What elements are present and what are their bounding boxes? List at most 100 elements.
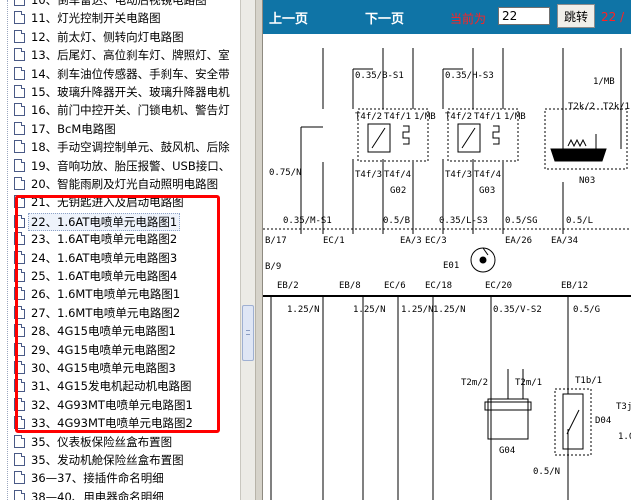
wire-label: 0.5/N xyxy=(533,467,560,477)
toc-item-label: 36—37、接插件命名明细 xyxy=(31,471,164,486)
toc-item[interactable]: 12、前太灯、侧转向灯电路图 xyxy=(14,29,184,45)
document-icon xyxy=(14,0,25,6)
pin-label: T3j xyxy=(616,402,631,412)
wire-label: 0.75/N xyxy=(269,168,302,178)
wire-label: 0.35/M-S1 xyxy=(283,216,332,226)
wire-label: 0.35/B-S1 xyxy=(355,71,404,81)
wire-label: 1.25/N xyxy=(287,305,320,315)
wire-label: 0.35/V-S2 xyxy=(493,305,542,315)
document-icon xyxy=(14,177,25,190)
document-icon xyxy=(14,489,25,500)
connector-label: EC/1 xyxy=(323,236,345,246)
component-label: G03 xyxy=(479,186,495,196)
toc-item-label: 13、后尾灯、高位刹车灯、牌照灯、室 xyxy=(31,48,230,63)
toc-item[interactable]: 14、刹车油位传感器、手刹车、安全带 xyxy=(14,66,230,82)
document-icon xyxy=(14,453,25,466)
toc-item[interactable]: 17、BcM电路图 xyxy=(14,121,116,137)
next-page-button[interactable]: 下一页 xyxy=(365,8,404,27)
toc-item-label: 11、灯光控制开关电路图 xyxy=(31,11,161,26)
document-icon xyxy=(14,66,25,80)
pin-label: T2k/1 xyxy=(603,102,630,112)
toc-item[interactable]: 19、音响功放、胎压报警、USB接口、 xyxy=(14,158,230,174)
connector-label: B/9 xyxy=(265,262,281,272)
document-icon xyxy=(14,158,25,172)
toc-item-label: 20、智能雨刷及灯光自动照明电路图 xyxy=(31,177,219,191)
connector-label: EC/3 xyxy=(425,236,447,246)
document-icon xyxy=(14,11,25,25)
wire-label: 0.5/SG xyxy=(505,216,538,226)
toc-item-label: 12、前太灯、侧转向灯电路图 xyxy=(31,29,184,44)
wire-label: 0.35/H-S3 xyxy=(445,71,494,81)
prev-page-button[interactable]: 上一页 xyxy=(269,8,308,27)
switch-d04 xyxy=(554,388,592,456)
toc-item-label: 10、倒车雷达、电动后视镜电路图 xyxy=(31,0,207,7)
pin-label: T1b/1 xyxy=(575,376,602,386)
document-icon xyxy=(14,103,25,117)
component-label: D04 xyxy=(595,416,611,426)
toc-item-label: 16、前门中控开关、门锁电机、警告灯 xyxy=(31,103,230,118)
toc-item-label: 14、刹车油位传感器、手刹车、安全带 xyxy=(31,66,230,81)
document-icon xyxy=(14,121,25,135)
pane-splitter[interactable] xyxy=(255,0,263,500)
wire-label: 0.5/L xyxy=(566,216,593,226)
pin-label: T4f/3 xyxy=(445,170,472,180)
wire-label: 1.0 xyxy=(618,432,631,442)
wiring-diagram: 0.35/B-S1 0.35/H-S3 1/MB T4f/2 T4f/1 1/M… xyxy=(263,48,631,500)
toc-item[interactable]: 35、仪表板保险丝盒布置图 xyxy=(14,434,172,450)
pin-label: 1/MB xyxy=(414,112,436,122)
document-icon xyxy=(14,29,25,43)
toc-item-label: 35、仪表板保险丝盒布置图 xyxy=(31,434,173,449)
page-nav-bar: 上一页 下一页 当前为 跳转 22 / xyxy=(263,0,631,34)
highlight-box xyxy=(15,195,220,433)
pin-label: T4f/1 xyxy=(474,112,501,122)
wire-label: 0.5/B xyxy=(383,216,410,226)
connector-label: EA/26 xyxy=(505,236,532,246)
toc-item[interactable]: 11、灯光控制开关电路图 xyxy=(14,10,161,26)
pin-label: T4f/2 xyxy=(445,112,472,122)
ground-e01 xyxy=(470,247,496,273)
pin-label: T2m/1 xyxy=(515,378,542,388)
toc-item[interactable]: 13、后尾灯、高位刹车灯、牌照灯、室 xyxy=(14,47,230,63)
toc-item[interactable]: 10、倒车雷达、电动后视镜电路图 xyxy=(14,0,207,8)
toc-item[interactable]: 35、发动机舱保险丝盒布置图 xyxy=(14,452,184,468)
document-icon xyxy=(14,85,25,98)
component-label: G02 xyxy=(390,186,406,196)
toc-scrollbar[interactable] xyxy=(240,0,256,500)
toc-item[interactable]: 18、手动空调控制单元、鼓风机、后除 xyxy=(14,139,230,155)
pin-label: T4f/1 xyxy=(384,112,411,122)
connector-label: EC/20 xyxy=(485,281,512,291)
component-label: N03 xyxy=(579,176,595,186)
toc-item[interactable]: 20、智能雨刷及灯光自动照明电路图 xyxy=(14,176,218,192)
toc-item-label: 18、手动空调控制单元、鼓风机、后除 xyxy=(31,140,230,155)
toc-item[interactable]: 16、前门中控开关、门锁电机、警告灯 xyxy=(14,102,230,118)
connector-label: EC/6 xyxy=(384,281,406,291)
wire-label: 1.25/N xyxy=(433,305,466,315)
toc-item-label: 38—40、用电器命名明细 xyxy=(31,489,164,500)
current-page-label: 当前为 xyxy=(450,12,487,26)
component-label: E01 xyxy=(443,261,459,271)
document-icon xyxy=(14,48,25,62)
pin-label: T4f/3 xyxy=(355,170,382,180)
device-n03 xyxy=(544,108,628,170)
pin-label: T4f/2 xyxy=(355,112,382,122)
toc-item-label: 19、音响功放、胎压报警、USB接口、 xyxy=(31,158,231,173)
toc-item[interactable]: 38—40、用电器命名明细 xyxy=(14,489,164,500)
wire-label: 0.5/G xyxy=(573,305,600,315)
toc-item[interactable]: 36—37、接插件命名明细 xyxy=(14,470,164,486)
page-number-input[interactable] xyxy=(498,7,550,25)
connector-label: EB/12 xyxy=(561,281,588,291)
pin-label: 1/MB xyxy=(504,112,526,122)
connector-label: EA/34 xyxy=(551,236,578,246)
go-to-page-button[interactable]: 跳转 xyxy=(557,4,595,28)
toc-item[interactable]: 15、玻璃升降器开关、玻璃升降器电机 xyxy=(14,84,230,100)
toc-item-label: 15、玻璃升降器开关、玻璃升降器电机 xyxy=(31,85,230,99)
connector-label: B/17 xyxy=(265,236,287,246)
document-icon xyxy=(14,140,25,154)
connector-label: EA/3 xyxy=(400,236,422,246)
scrollbar-thumb[interactable] xyxy=(242,305,254,361)
pin-label: T2m/2 xyxy=(461,378,488,388)
tree-connector-line xyxy=(7,0,8,500)
component-label: G04 xyxy=(499,446,515,456)
wire-label: 1/MB xyxy=(593,77,615,87)
viewer-panel: 上一页 下一页 当前为 跳转 22 / xyxy=(263,0,631,500)
